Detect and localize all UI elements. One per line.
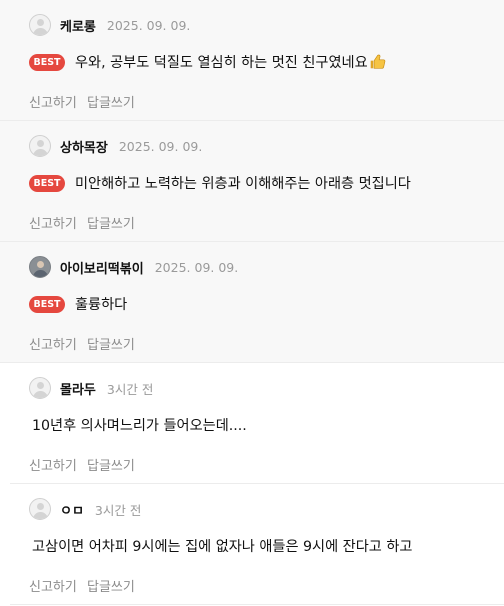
- reply-button[interactable]: 답글쓰기: [87, 338, 135, 353]
- report-button[interactable]: 신고하기: [29, 217, 77, 232]
- report-button[interactable]: 신고하기: [29, 96, 77, 111]
- comment-item: 몰라두 3시간 전 10년후 의사며느리가 들어오는데.... 신고하기 답글쓰…: [0, 363, 504, 484]
- avatar[interactable]: [29, 135, 51, 157]
- comment-text: 훌륭하다: [75, 297, 128, 313]
- comment-item: ㅇㅁ 3시간 전 고삼이면 어차피 9시에는 집에 없자나 애들은 9시에 잔다…: [0, 484, 504, 605]
- comment-list: 케로롱 2025. 09. 09. BEST 우와, 공부도 덕질도 열심히 하…: [0, 0, 504, 605]
- comment-text: 미안해하고 노력하는 위층과 이해해주는 아래층 멋집니다: [75, 176, 411, 192]
- comment-nickname[interactable]: ㅇㅁ: [60, 500, 84, 519]
- thumbs-up-icon: [370, 54, 385, 69]
- comment-text: 고삼이면 어차피 9시에는 집에 없자나 애들은 9시에 잔다고 하고: [32, 539, 413, 555]
- avatar[interactable]: [29, 14, 51, 36]
- reply-button[interactable]: 답글쓰기: [87, 217, 135, 232]
- comment-date: 3시간 전: [94, 502, 142, 518]
- reply-button[interactable]: 답글쓰기: [87, 96, 135, 111]
- avatar[interactable]: [29, 498, 51, 520]
- reply-button[interactable]: 답글쓰기: [87, 459, 135, 474]
- best-badge: BEST: [29, 174, 65, 192]
- comment-date: 2025. 09. 09.: [118, 138, 203, 154]
- comment-date: 2025. 09. 09.: [154, 259, 239, 275]
- comment-item: 케로롱 2025. 09. 09. BEST 우와, 공부도 덕질도 열심히 하…: [0, 0, 504, 121]
- report-button[interactable]: 신고하기: [29, 338, 77, 353]
- best-badge: BEST: [29, 295, 65, 313]
- comment-item: 상하목장 2025. 09. 09. BEST 미안해하고 노력하는 위층과 이…: [0, 121, 504, 242]
- comment-date: 3시간 전: [106, 381, 154, 397]
- report-button[interactable]: 신고하기: [29, 459, 77, 474]
- reply-button[interactable]: 답글쓰기: [87, 580, 135, 595]
- profile-photo[interactable]: [29, 256, 51, 278]
- comment-text: 우와, 공부도 덕질도 열심히 하는 멋진 친구였네요: [75, 52, 386, 72]
- comment-nickname[interactable]: 아이보리떡볶이: [60, 258, 144, 277]
- comment-nickname[interactable]: 상하목장: [60, 137, 108, 156]
- best-badge: BEST: [29, 53, 65, 71]
- comment-text: 10년후 의사며느리가 들어오는데....: [32, 418, 247, 434]
- report-button[interactable]: 신고하기: [29, 580, 77, 595]
- comment-item: 아이보리떡볶이 2025. 09. 09. BEST 훌륭하다 신고하기 답글쓰…: [0, 242, 504, 363]
- comment-nickname[interactable]: 몰라두: [60, 379, 96, 398]
- comment-date: 2025. 09. 09.: [106, 17, 191, 33]
- comment-nickname[interactable]: 케로롱: [60, 16, 96, 35]
- avatar[interactable]: [29, 377, 51, 399]
